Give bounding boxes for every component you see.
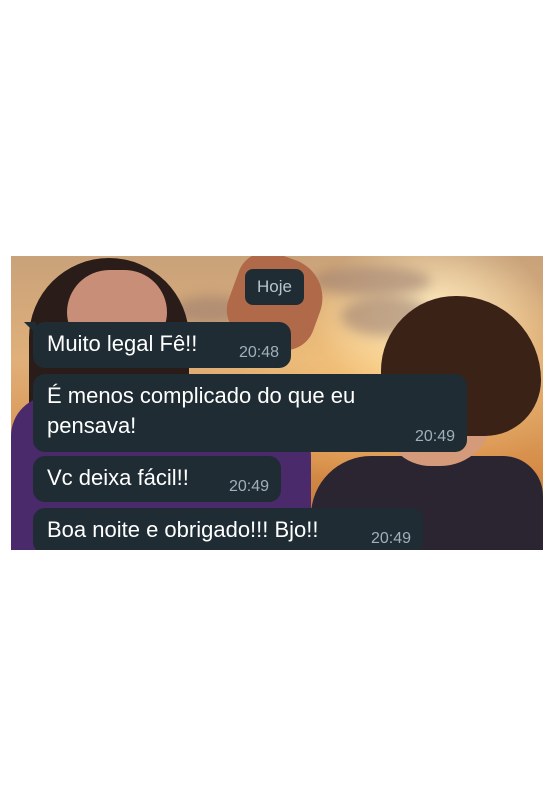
message-bubble[interactable]: Vc deixa fácil!! 20:49	[33, 456, 281, 502]
message-timestamp: 20:49	[414, 428, 455, 445]
message-timestamp: 20:49	[370, 530, 411, 547]
message-text: Boa noite e obrigado!!! Bjo!!	[47, 517, 319, 542]
cloud-shape	[311, 266, 431, 296]
message-bubble[interactable]: Boa noite e obrigado!!! Bjo!! 20:49	[33, 508, 423, 550]
bubble-tail	[24, 322, 36, 334]
screenshot-page: Hoje Muito legal Fê!! 20:48 É menos comp…	[0, 0, 554, 806]
message-text: É menos complicado do que eu pensava!	[47, 383, 356, 438]
message-bubble[interactable]: Muito legal Fê!! 20:48	[24, 322, 291, 368]
date-separator: Hoje	[245, 269, 304, 305]
message-timestamp: 20:48	[238, 344, 279, 361]
chat-conversation-view[interactable]: Hoje Muito legal Fê!! 20:48 É menos comp…	[11, 256, 543, 550]
message-timestamp: 20:49	[228, 478, 269, 495]
message-text: Muito legal Fê!!	[47, 331, 198, 356]
message-text: Vc deixa fácil!!	[47, 465, 189, 490]
message-bubble[interactable]: É menos complicado do que eu pensava! 20…	[33, 374, 467, 452]
